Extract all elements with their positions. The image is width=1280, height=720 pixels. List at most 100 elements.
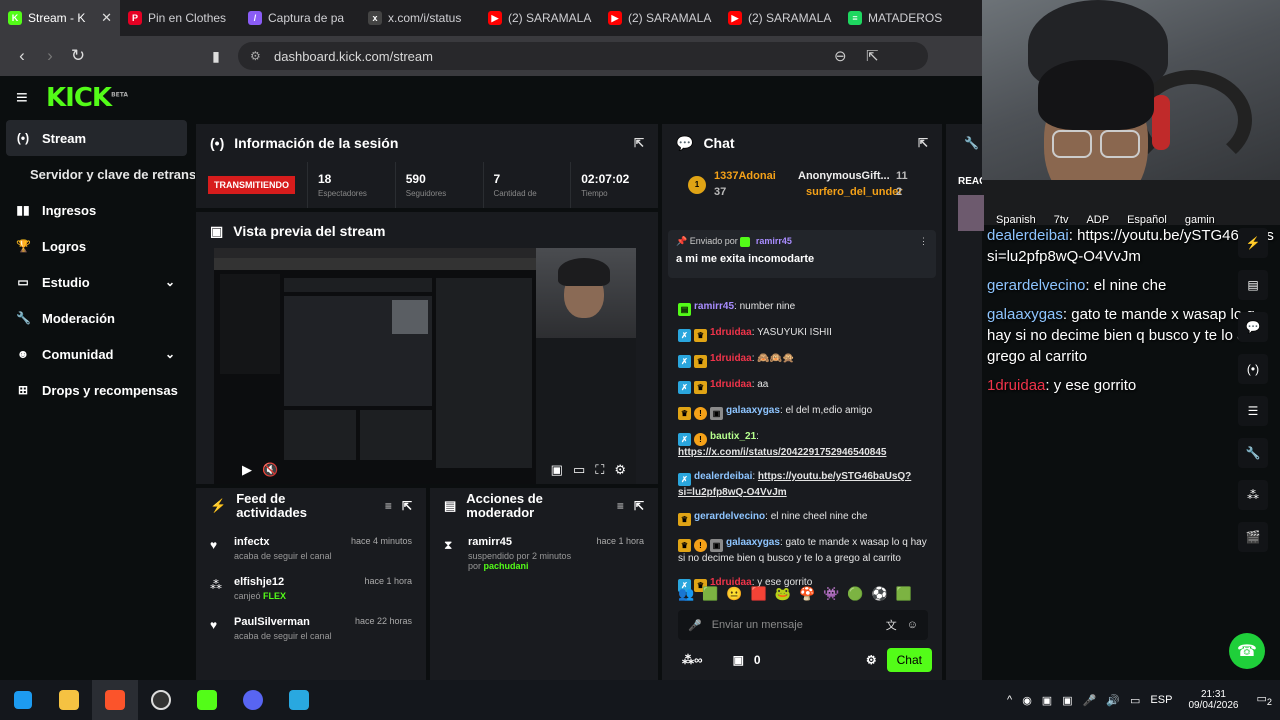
reload-icon[interactable]: ↻ (64, 46, 92, 66)
browser-tab[interactable]: ▶ (2) SARAMALA (600, 0, 720, 36)
chat-message[interactable]: ✗ ♛ 1druidaa: YASUYUKI ISHII (662, 324, 942, 344)
windows-start-icon[interactable] (0, 680, 46, 720)
chat-bubble-icon[interactable]: 💬 (1238, 312, 1268, 342)
top-gifter-name[interactable]: 1337Adonai (714, 170, 776, 182)
sidebar-item[interactable]: (•) Stream (6, 120, 187, 156)
clapper-icon[interactable]: 🎬 (1238, 522, 1268, 552)
chat-message[interactable]: ✗ ♛ 1druidaa: 🙈🙉🙊 (662, 350, 942, 370)
list-icon[interactable]: ☰ (1238, 396, 1268, 426)
browser-tab[interactable]: ≡ MATADEROS (840, 0, 960, 36)
browser-tab[interactable]: / Captura de pa (240, 0, 360, 36)
chat-username[interactable]: ramirr45 (694, 301, 734, 312)
chevron-down-icon[interactable]: ⌄ (165, 347, 175, 361)
item-username[interactable]: PaulSilverman (234, 616, 345, 628)
chat-username[interactable]: bautix_21 (710, 431, 756, 442)
list-item[interactable]: ♥ infectx acaba de seguir el canal hace 4 m… (196, 530, 426, 570)
chat-message[interactable]: ♛! ▣ galaaxygas: el del m,edio amigo (662, 402, 942, 422)
browser-tab[interactable]: P Pin en Clothes (120, 0, 240, 36)
sidebar-item[interactable]: ▭ Estudio ⌄ (0, 264, 195, 300)
channel-points-icon[interactable]: ⁂∞ (682, 653, 703, 667)
language-indicator[interactable]: ESP (1150, 694, 1172, 706)
item-username[interactable]: infectx (234, 536, 341, 548)
popout-icon[interactable]: ⇱ (918, 136, 928, 150)
mic-icon[interactable]: 🎤 (1083, 694, 1097, 707)
file-explorer-icon[interactable] (46, 680, 92, 720)
mute-icon[interactable]: 🔇 (262, 462, 278, 478)
paint-app-icon[interactable] (276, 680, 322, 720)
filter-icon[interactable]: ≡ (617, 499, 624, 513)
play-icon[interactable]: ▶ (242, 462, 252, 478)
browser-tab[interactable]: K Stream - K ✕ (0, 0, 120, 36)
bolt-icon[interactable]: ⚡ (1238, 228, 1268, 258)
mic-icon[interactable]: 🎤 (688, 619, 702, 632)
kick-logo[interactable]: KICKBETA (46, 83, 128, 113)
theater-icon[interactable]: ▭ (573, 462, 585, 478)
popout-icon[interactable]: ⇱ (634, 499, 644, 513)
stream-icon[interactable]: (•) (1238, 354, 1268, 384)
forward-icon[interactable]: › (36, 46, 64, 66)
emoji-icon[interactable]: ☺ (907, 619, 918, 631)
chat-username[interactable]: galaaxygas (726, 405, 780, 416)
item-username[interactable]: ramirr45 (468, 536, 586, 548)
support-icon[interactable]: ☎ (1229, 633, 1265, 669)
filter-icon[interactable]: ≡ (385, 499, 392, 513)
chat-username[interactable]: 1druidaa (710, 379, 752, 390)
chat-message[interactable]: ▤ ramirr45: number nine (662, 298, 942, 318)
popout-icon[interactable]: ⇱ (402, 499, 412, 513)
tray-app-icon[interactable]: ▣ (1042, 694, 1052, 707)
chat-username[interactable]: gerardelvecino (694, 511, 765, 522)
volume-icon[interactable]: 🔊 (1106, 694, 1120, 707)
discord-icon[interactable] (230, 680, 276, 720)
site-info-icon[interactable]: ⚙ (250, 49, 261, 63)
browser-tab[interactable]: ▶ (2) SARAMALA (720, 0, 840, 36)
notification-icon[interactable]: ▭2 (1257, 692, 1273, 707)
sidebar-item[interactable]: Servidor y clave de retransm (0, 156, 195, 192)
document-icon[interactable]: ▤ (1238, 270, 1268, 300)
chat-link[interactable]: https://x.com/i/status/20422917529465408… (678, 447, 886, 458)
tray-chevron-icon[interactable]: ^ (1007, 694, 1012, 706)
wrench-icon[interactable]: 🔧 (946, 124, 982, 150)
sidebar-item[interactable]: ▮▮ Ingresos (0, 192, 195, 228)
fullscreen-icon[interactable]: ⛶ (595, 462, 604, 478)
chat-message[interactable]: ✗! bautix_21: https://x.com/i/status/2042… (662, 428, 942, 462)
pip-icon[interactable]: ▣ (551, 462, 563, 478)
chat-input[interactable]: 🎤 Enviar un mensaje 文 ☺ (678, 610, 928, 640)
discord-tray-icon[interactable]: ◉ (1022, 694, 1032, 707)
list-item[interactable]: ⧗ ramirr45 suspendido por 2 minutos por pa… (430, 530, 658, 571)
item-username[interactable]: elfishje12 (234, 576, 354, 588)
popout-icon[interactable]: ⇱ (634, 136, 644, 150)
kick-app-icon[interactable] (184, 680, 230, 720)
translate-icon[interactable]: 文 (886, 617, 897, 633)
more-icon[interactable]: ⋮ (919, 236, 928, 247)
chat-username[interactable]: galaaxygas (726, 537, 780, 548)
pinned-by-user[interactable]: ramirr45 (756, 236, 792, 246)
chat-username[interactable]: dealerdeibai (694, 471, 752, 482)
gifter-name[interactable]: AnonymousGift... (798, 170, 890, 182)
bookmark-icon[interactable]: ▮ (202, 48, 230, 65)
browser-tab[interactable]: x x.com/i/status (360, 0, 480, 36)
share-icon[interactable]: ⇱ (866, 47, 879, 65)
community-icon[interactable]: ⁂ (1238, 480, 1268, 510)
stream-preview-video[interactable]: ▶ 🔇 ▣ ▭ ⛶ ⚙ (214, 248, 636, 484)
sidebar-item[interactable]: 🔧 Moderación (0, 300, 195, 336)
chat-settings-icon[interactable]: ⚙ (866, 653, 877, 667)
chat-username[interactable]: 1druidaa (710, 353, 752, 364)
obs-icon[interactable] (138, 680, 184, 720)
chat-message[interactable]: ♛ gerardelvecino: el nine cheel nine che (662, 508, 942, 528)
sidebar-item[interactable]: ⊞ Drops y recompensas (0, 372, 195, 408)
list-item[interactable]: ♥ PaulSilverman acaba de seguir el canal ha… (196, 610, 426, 650)
brave-browser-icon[interactable] (92, 680, 138, 720)
chat-message[interactable]: ✗ dealerdeibai: https://youtu.be/ySTG46ba… (662, 468, 942, 502)
network-icon[interactable]: ▭ (1130, 694, 1140, 707)
chat-message[interactable]: ✗ ♛ 1druidaa: aa (662, 376, 942, 396)
menu-icon[interactable]: ≡ (16, 87, 46, 110)
chevron-down-icon[interactable]: ⌄ (165, 275, 175, 289)
settings-icon[interactable]: ⚙ (614, 462, 626, 478)
browser-tab[interactable]: ▶ (2) SARAMALA (480, 0, 600, 36)
wrench-icon[interactable]: 🔧 (1238, 438, 1268, 468)
sidebar-item[interactable]: ☻ Comunidad ⌄ (0, 336, 195, 372)
chat-message[interactable]: ♛! ▣ galaaxygas: gato te mande x wasap lo … (662, 534, 942, 568)
pinned-message[interactable]: 📌 Enviado por ramirr45 ⋮ a mi me exita i… (668, 230, 936, 278)
close-tab-icon[interactable]: ✕ (101, 10, 112, 26)
sidebar-item[interactable]: 🏆 Logros (0, 228, 195, 264)
